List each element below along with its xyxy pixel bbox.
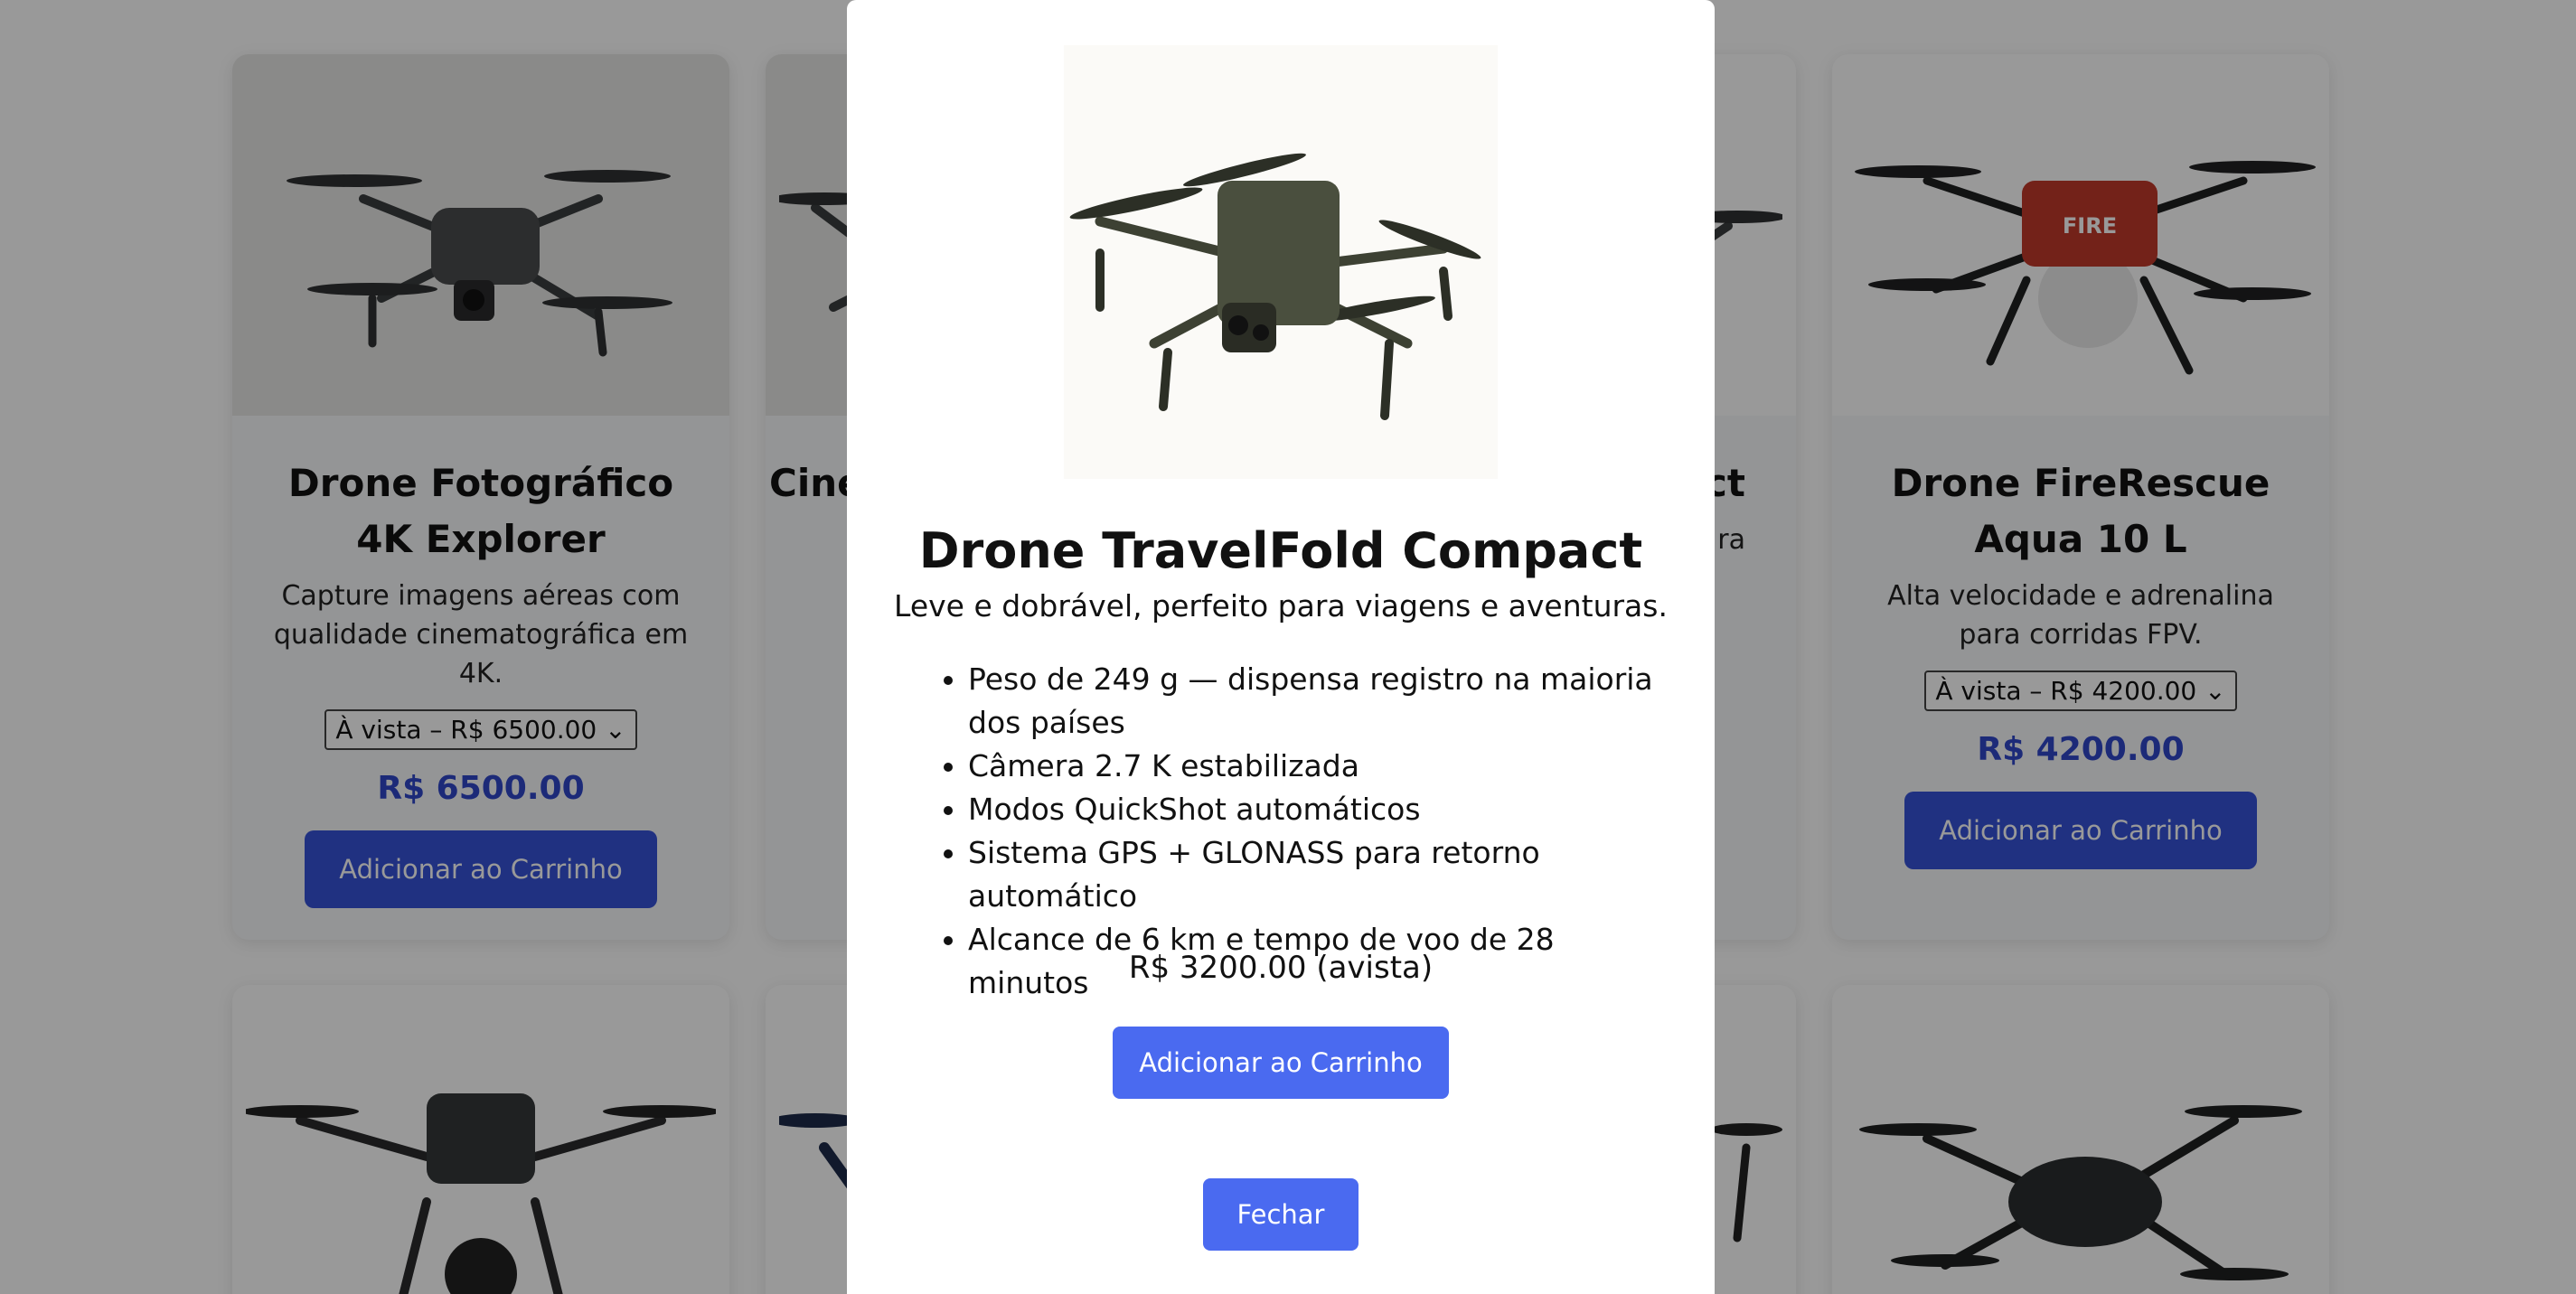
feature-item: Modos QuickShot automáticos bbox=[968, 788, 1659, 831]
modal-price: R$ 3200.00 (avista) bbox=[1128, 950, 1434, 986]
close-button[interactable]: Fechar bbox=[1203, 1178, 1359, 1251]
drone-image bbox=[1069, 153, 1481, 420]
feature-item: Sistema GPS + GLONASS para retorno autom… bbox=[968, 831, 1659, 918]
feature-item: Peso de 249 g — dispensa registro na mai… bbox=[968, 658, 1659, 745]
feature-item: Câmera 2.7 K estabilizada bbox=[968, 745, 1659, 788]
add-to-cart-button[interactable]: Adicionar ao Carrinho bbox=[1113, 1027, 1449, 1099]
product-image bbox=[1064, 45, 1498, 479]
product-detail-modal: Drone TravelFold Compact Leve e dobrável… bbox=[847, 0, 1715, 1294]
modal-title: Drone TravelFold Compact bbox=[918, 522, 1643, 579]
modal-description: Leve e dobrável, perfeito para viagens e… bbox=[894, 588, 1668, 624]
